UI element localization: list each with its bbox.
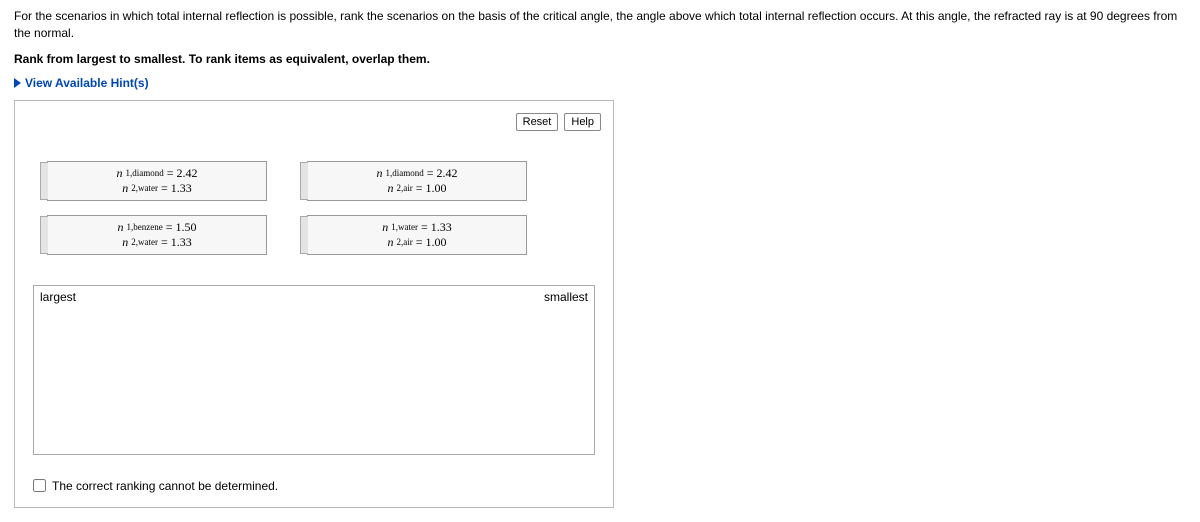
- equation-line: n2,air = 1.00: [387, 181, 446, 196]
- eq-sub: 2,air: [396, 183, 412, 193]
- eq-equals: =: [416, 181, 423, 196]
- cannot-determine-label: The correct ranking cannot be determined…: [52, 479, 278, 493]
- reset-button[interactable]: Reset: [516, 113, 559, 131]
- help-button[interactable]: Help: [564, 113, 601, 131]
- eq-equals: =: [161, 235, 168, 250]
- eq-equals: =: [161, 181, 168, 196]
- eq-sub: 2,air: [396, 237, 412, 247]
- eq-sub: 2,water: [131, 183, 158, 193]
- eq-var: n: [116, 166, 122, 181]
- eq-equals: =: [421, 220, 428, 235]
- equation-line: n2,air = 1.00: [387, 235, 446, 250]
- eq-var: n: [122, 181, 128, 196]
- card-row: n1,benzene = 1.50 n2,water = 1.33 n1,wat…: [47, 215, 581, 255]
- eq-val: 1.00: [426, 181, 447, 196]
- eq-val: 1.33: [431, 220, 452, 235]
- eq-val: 1.33: [171, 235, 192, 250]
- card-source-area: n1,diamond = 2.42 n2,water = 1.33 n1,dia…: [27, 161, 601, 285]
- eq-var: n: [117, 220, 123, 235]
- eq-sub: 1,benzene: [126, 222, 162, 232]
- cannot-determine-checkbox[interactable]: [33, 479, 46, 492]
- eq-sub: 1,diamond: [125, 168, 163, 178]
- eq-var: n: [122, 235, 128, 250]
- scenario-card-diamond-water[interactable]: n1,diamond = 2.42 n2,water = 1.33: [47, 161, 267, 201]
- eq-val: 2.42: [437, 166, 458, 181]
- eq-equals: =: [416, 235, 423, 250]
- drag-handle-icon: [300, 216, 308, 254]
- eq-equals: =: [167, 166, 174, 181]
- smallest-label: smallest: [544, 290, 588, 304]
- drag-handle-icon: [40, 216, 48, 254]
- scenario-card-benzene-water[interactable]: n1,benzene = 1.50 n2,water = 1.33: [47, 215, 267, 255]
- drag-handle-icon: [40, 162, 48, 200]
- equation-line: n1,diamond = 2.42: [376, 166, 457, 181]
- eq-sub: 1,diamond: [385, 168, 423, 178]
- chevron-right-icon: [14, 78, 21, 88]
- panel-toolbar: Reset Help: [27, 113, 601, 131]
- scenario-card-diamond-air[interactable]: n1,diamond = 2.42 n2,air = 1.00: [307, 161, 527, 201]
- rank-instructions: Rank from largest to smallest. To rank i…: [14, 52, 1186, 66]
- equation-line: n2,water = 1.33: [122, 235, 192, 250]
- eq-sub: 2,water: [131, 237, 158, 247]
- equation-line: n1,benzene = 1.50: [117, 220, 196, 235]
- equation-line: n1,water = 1.33: [382, 220, 452, 235]
- card-row: n1,diamond = 2.42 n2,water = 1.33 n1,dia…: [47, 161, 581, 201]
- eq-val: 1.33: [171, 181, 192, 196]
- ranking-panel: Reset Help n1,diamond = 2.42 n2,water = …: [14, 100, 614, 508]
- ranking-drop-zone[interactable]: largest smallest: [33, 285, 595, 455]
- view-hints-label: View Available Hint(s): [25, 76, 149, 90]
- eq-var: n: [387, 181, 393, 196]
- scenario-card-water-air[interactable]: n1,water = 1.33 n2,air = 1.00: [307, 215, 527, 255]
- largest-label: largest: [40, 290, 76, 304]
- eq-val: 2.42: [177, 166, 198, 181]
- eq-val: 1.00: [426, 235, 447, 250]
- eq-var: n: [376, 166, 382, 181]
- eq-equals: =: [427, 166, 434, 181]
- equation-line: n2,water = 1.33: [122, 181, 192, 196]
- question-intro: For the scenarios in which total interna…: [14, 8, 1186, 42]
- eq-val: 1.50: [176, 220, 197, 235]
- eq-equals: =: [166, 220, 173, 235]
- cannot-determine-row: The correct ranking cannot be determined…: [27, 475, 601, 495]
- view-hints-toggle[interactable]: View Available Hint(s): [14, 76, 1186, 90]
- eq-sub: 1,water: [391, 222, 418, 232]
- eq-var: n: [387, 235, 393, 250]
- equation-line: n1,diamond = 2.42: [116, 166, 197, 181]
- eq-var: n: [382, 220, 388, 235]
- drag-handle-icon: [300, 162, 308, 200]
